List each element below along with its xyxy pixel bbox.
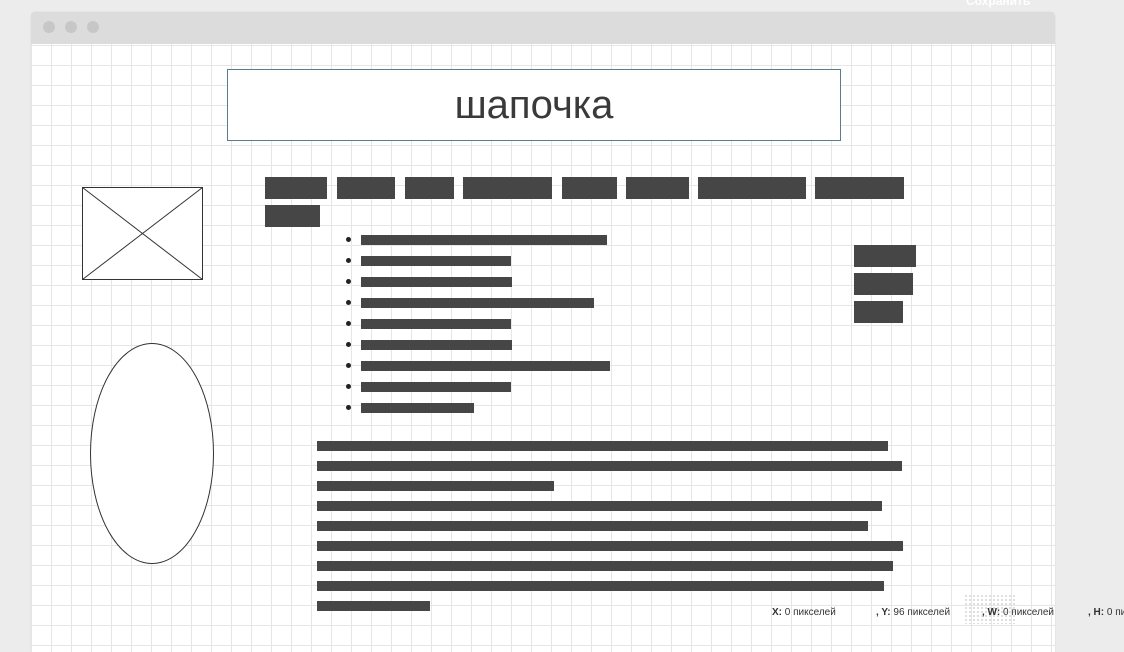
list-bullet xyxy=(346,321,351,326)
width-value: , W: 0 пикселей xyxy=(982,607,1054,618)
image-placeholder-icon[interactable] xyxy=(82,187,203,280)
paragraph-line xyxy=(317,501,882,511)
list-item[interactable] xyxy=(361,298,594,308)
x-coordinate: X: 0 пикселей xyxy=(772,607,836,618)
list-item[interactable] xyxy=(361,319,511,329)
nav-menu-item[interactable] xyxy=(698,177,806,199)
paragraph-line xyxy=(317,441,888,451)
side-button[interactable] xyxy=(854,273,913,295)
nav-menu-item[interactable] xyxy=(265,177,327,199)
ellipse-shape[interactable] xyxy=(90,343,214,564)
list-bullet xyxy=(346,279,351,284)
paragraph-line xyxy=(317,481,554,491)
paragraph-line xyxy=(317,561,893,571)
paragraph-line xyxy=(317,541,903,551)
save-button[interactable]: Сохранить xyxy=(966,0,1030,8)
list-bullet xyxy=(346,300,351,305)
list-item[interactable] xyxy=(361,256,511,266)
list-item[interactable] xyxy=(361,277,512,287)
list-bullet xyxy=(346,258,351,263)
nav-menu-item[interactable] xyxy=(562,177,617,199)
list-bullet xyxy=(346,384,351,389)
nav-menu-item[interactable] xyxy=(626,177,689,199)
list-item[interactable] xyxy=(361,403,474,413)
list-item[interactable] xyxy=(361,361,610,371)
y-coordinate: , Y: 96 пикселей xyxy=(876,607,951,618)
paragraph-line xyxy=(317,461,902,471)
list-item[interactable] xyxy=(361,340,512,350)
nav-menu-item[interactable] xyxy=(337,177,395,199)
list-item[interactable] xyxy=(361,235,607,245)
list-bullet xyxy=(346,342,351,347)
nav-menu-item[interactable] xyxy=(815,177,904,199)
paragraph-line xyxy=(317,521,868,531)
nav-menu-item[interactable] xyxy=(405,177,454,199)
window-titlebar xyxy=(31,12,1055,44)
list-bullet xyxy=(346,405,351,410)
window-control-dot[interactable] xyxy=(87,21,99,33)
list-item[interactable] xyxy=(361,382,511,392)
paragraph-line xyxy=(317,601,430,611)
window-control-dot[interactable] xyxy=(65,21,77,33)
nav-menu-item[interactable] xyxy=(265,205,320,227)
header-text: шапочка xyxy=(454,82,614,127)
side-button[interactable] xyxy=(854,301,903,323)
side-button[interactable] xyxy=(854,245,916,267)
paragraph-line xyxy=(317,581,884,591)
list-bullet xyxy=(346,363,351,368)
height-value: , H: 0 пикселей xyxy=(1088,607,1124,618)
header-block[interactable]: шапочка xyxy=(227,69,841,141)
window-control-dot[interactable] xyxy=(43,21,55,33)
coordinates-statusbar: X: 0 пикселей , Y: 96 пикселей , W: 0 пи… xyxy=(768,604,1124,622)
nav-menu-item[interactable] xyxy=(463,177,552,199)
list-bullet xyxy=(346,237,351,242)
